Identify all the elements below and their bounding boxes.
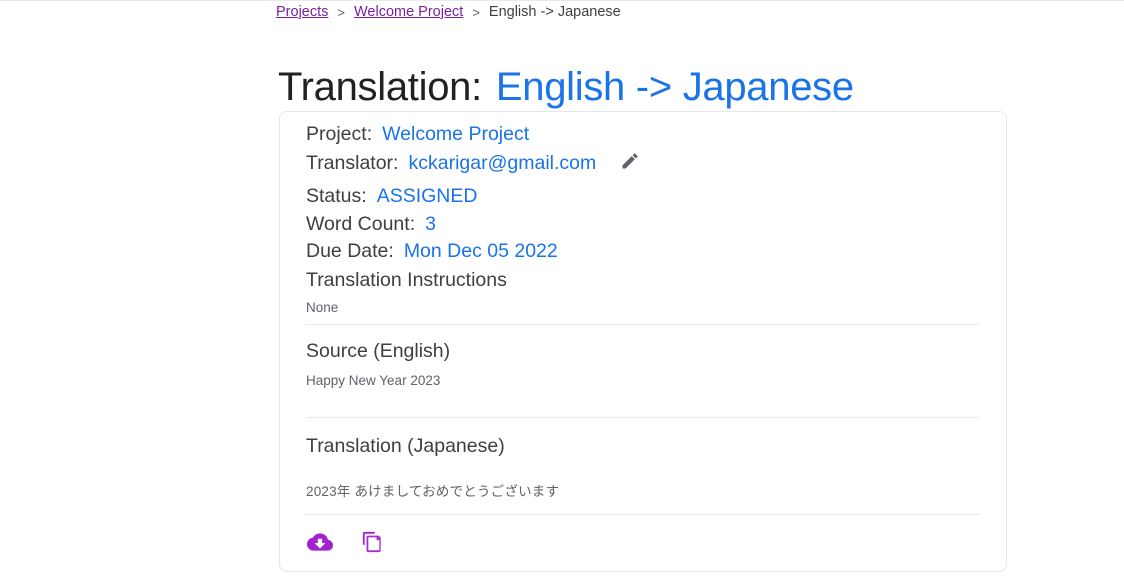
breadcrumb: Projects > Welcome Project > English -> …: [276, 4, 621, 20]
edit-translator-button[interactable]: [620, 151, 640, 180]
meta-row-word-count: Word Count: 3: [306, 211, 976, 239]
translation-text: 2023年 あけましておめでとうございます: [306, 484, 560, 499]
top-divider: [0, 0, 1124, 1]
instructions-value: None: [306, 300, 339, 315]
breadcrumb-item-current: English -> Japanese: [488, 4, 621, 20]
copy-button[interactable]: [355, 526, 389, 560]
status-badge: ASSIGNED: [376, 185, 478, 207]
meta-row-due-date: Due Date: Mon Dec 05 2022: [306, 238, 976, 266]
translation-meta: Project: Welcome Project Translator: kck…: [306, 121, 976, 318]
breadcrumb-item-welcome-project[interactable]: Welcome Project: [354, 4, 463, 20]
cloud-download-icon: [307, 529, 333, 558]
breadcrumb-separator: >: [472, 4, 480, 20]
translation-section: Translation (Japanese) 2023年 あけましておめでとうご…: [306, 433, 980, 502]
translator-label: Translator:: [306, 151, 399, 174]
translation-detail-card: Project: Welcome Project Translator: kck…: [279, 111, 1007, 572]
due-date-label: Due Date:: [306, 240, 394, 262]
card-actions: [303, 526, 389, 560]
breadcrumb-item-projects[interactable]: Projects: [276, 4, 328, 20]
word-count-value: 3: [425, 212, 436, 235]
meta-row-status: Status: ASSIGNED: [306, 183, 976, 211]
translation-title: Translation (Japanese): [306, 435, 505, 457]
source-text: Happy New Year 2023: [306, 373, 441, 388]
pencil-icon: [620, 151, 640, 180]
meta-row-project: Project: Welcome Project: [306, 121, 976, 149]
project-label: Project:: [306, 123, 373, 145]
status-label: Status:: [306, 185, 367, 207]
meta-row-translator: Translator: kckarigar@gmail.com: [306, 149, 976, 178]
translator-value: kckarigar@gmail.com: [408, 151, 597, 174]
copy-icon: [361, 531, 383, 556]
page-title: Translation: English -> Japanese: [278, 61, 854, 113]
section-divider: [306, 324, 980, 325]
source-title: Source (English): [306, 340, 451, 362]
section-divider: [306, 514, 980, 515]
breadcrumb-separator: >: [337, 4, 345, 20]
source-section: Source (English) Happy New Year 2023: [306, 338, 980, 391]
page-title-label: Translation:: [278, 64, 482, 109]
word-count-label: Word Count:: [306, 212, 416, 235]
instructions-label: Translation Instructions: [306, 268, 507, 291]
section-divider: [306, 417, 980, 418]
page-title-value: English -> Japanese: [495, 64, 854, 109]
project-value[interactable]: Welcome Project: [382, 121, 529, 149]
due-date-value: Mon Dec 05 2022: [403, 240, 558, 262]
download-button[interactable]: [303, 526, 337, 560]
